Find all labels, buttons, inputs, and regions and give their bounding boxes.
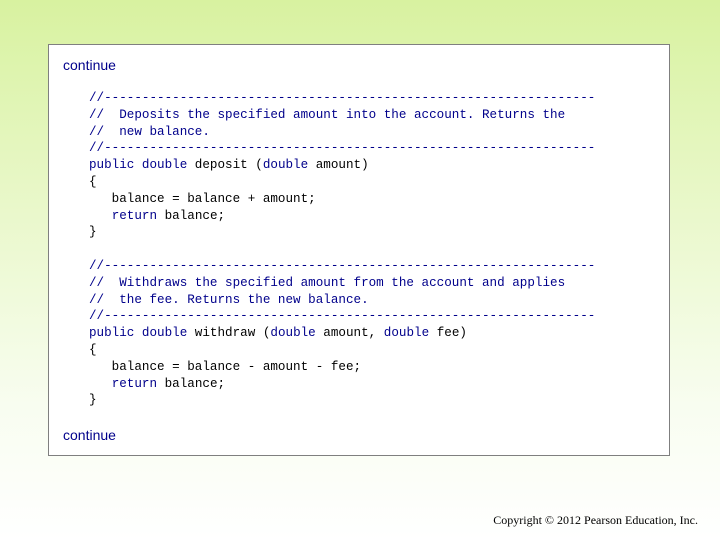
code-comment: // Withdraws the specified amount from t… <box>89 275 566 290</box>
code-line: { <box>89 174 595 191</box>
code-keyword: double <box>383 326 430 341</box>
code-line: //--------------------------------------… <box>89 90 595 107</box>
code-keyword: return <box>111 208 158 223</box>
code-comment: //--------------------------------------… <box>89 258 596 273</box>
code-comment: //--------------------------------------… <box>89 91 596 105</box>
code-keyword: public double <box>89 326 188 341</box>
code-comment: //--------------------------------------… <box>89 309 596 324</box>
code-text: balance; <box>157 208 226 223</box>
code-comment: // Deposits the specified amount into th… <box>89 107 566 122</box>
code-text: amount, <box>315 326 384 341</box>
code-line: { <box>89 342 595 359</box>
code-line: // new balance. <box>89 124 595 141</box>
code-line: } <box>89 224 595 241</box>
code-keyword: public double <box>89 158 188 173</box>
code-line: //--------------------------------------… <box>89 258 595 275</box>
code-text: fee) <box>429 326 467 341</box>
code-text: balance = balance - amount - fee; <box>89 359 362 374</box>
code-text: { <box>89 342 97 357</box>
code-comment: //--------------------------------------… <box>89 141 596 156</box>
code-keyword: double <box>270 326 316 341</box>
code-line: //--------------------------------------… <box>89 308 595 325</box>
copyright-footer: Copyright © 2012 Pearson Education, Inc. <box>493 513 698 527</box>
code-line: // Deposits the specified amount into th… <box>89 107 595 124</box>
code-line: return balance; <box>89 208 595 225</box>
code-keyword: return <box>111 376 158 391</box>
code-text: deposit ( <box>187 158 263 173</box>
code-line: // the fee. Returns the new balance. <box>89 292 595 309</box>
continue-label-bottom: continue <box>63 427 116 443</box>
code-text: } <box>89 393 97 408</box>
code-slide-box: continue //-----------------------------… <box>48 44 670 456</box>
code-line: balance = balance - amount - fee; <box>89 359 595 376</box>
code-text: balance; <box>157 376 226 391</box>
code-block: //--------------------------------------… <box>89 90 595 409</box>
continue-label-top: continue <box>63 57 116 73</box>
code-text: withdraw ( <box>187 326 271 341</box>
code-line: } <box>89 392 595 409</box>
code-comment: // the fee. Returns the new balance. <box>89 292 369 307</box>
code-line: return balance; <box>89 376 595 393</box>
code-comment: // new balance. <box>89 124 210 139</box>
code-text: } <box>89 225 97 240</box>
code-line: balance = balance + amount; <box>89 191 595 208</box>
code-line: public double deposit (double amount) <box>89 157 595 174</box>
code-text: balance = balance + amount; <box>89 191 316 206</box>
code-line: //--------------------------------------… <box>89 140 595 157</box>
code-text: { <box>89 174 97 189</box>
code-text: amount) <box>308 158 369 173</box>
code-keyword: double <box>262 158 309 173</box>
code-line: // Withdraws the specified amount from t… <box>89 275 595 292</box>
code-line: public double withdraw (double amount, d… <box>89 325 595 342</box>
